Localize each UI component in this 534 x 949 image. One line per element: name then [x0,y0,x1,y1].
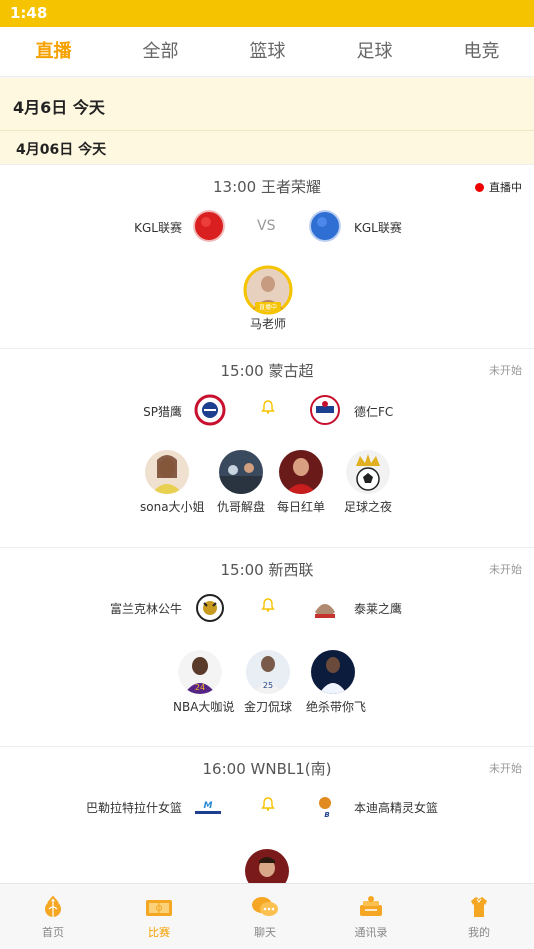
date-banner: 4月6日 今天 [0,78,534,130]
contacts-icon [360,896,382,916]
match-card[interactable]: 16:00 WNBL1(南) 未开始 巴勒拉特拉什女篮 M B 本迪高精灵女篮 [0,747,534,883]
anchor-avatar [311,650,355,694]
anchor-item[interactable]: 25 金刀侃球 [233,650,303,715]
svg-text:24: 24 [195,683,205,692]
bell-icon[interactable] [260,796,276,812]
match-status: 未开始 [489,563,522,576]
anchor-avatar: 24 [178,650,222,694]
anchor-name: 每日红单 [276,500,325,514]
live-dot-icon [475,183,484,192]
profile-icon [471,897,487,917]
home-team-name: 巴勒拉特拉什女篮 [85,801,182,815]
nav-contacts[interactable]: 通讯录 [318,884,424,949]
home-icon [45,895,61,917]
tab-basketball[interactable]: 篮球 [214,27,321,77]
status-time: 1:48 [10,4,48,22]
chat-icon [252,897,278,916]
match-card[interactable]: 13:00 王者荣耀 直播中 KGL联赛 VS KGL联赛 直播中 马老师 [0,165,534,349]
home-team-logo [193,210,225,242]
match-card[interactable]: 15:00 蒙古超 未开始 SP猎鹰 德仁FC sona大小姐 仇哥解盘 每日红… [0,349,534,548]
svg-text:M: M [204,801,213,811]
status-bar: 1:48 [0,0,534,27]
match-status: 未开始 [489,364,522,377]
anchor-avatar [219,450,263,494]
away-team-logo [315,604,335,618]
nav-profile[interactable]: 我的 [426,884,532,949]
anchor-item[interactable]: 每日红单 [266,450,336,515]
away-team-logo: B [319,797,331,819]
anchor-item[interactable]: sona大小姐 [140,450,210,515]
match-card[interactable]: 15:00 新西联 未开始 富兰克林公牛 泰莱之鹰 24 NBA大咖说 25 金… [0,548,534,747]
date-banner-label: 4月6日 今天 [13,98,105,117]
category-tabs: 直播 全部 篮球 足球 电竞 [0,27,534,77]
anchor-avatar: 直播中 [243,265,293,315]
match-status: 直播中 [475,179,522,195]
home-team-name: SP猎鹰 [143,405,182,419]
tab-live[interactable]: 直播 [0,27,107,77]
anchor-name: 金刀侃球 [243,700,292,714]
bell-icon[interactable] [260,597,276,613]
tab-all[interactable]: 全部 [107,27,214,77]
match-title: 15:00 新西联 [220,561,314,579]
anchor-name: 马老师 [249,317,286,331]
anchor-item[interactable]: 足球之夜 [333,450,403,515]
svg-text:B: B [324,811,329,819]
away-team-name: 德仁FC [354,405,394,419]
match-icon [146,900,172,916]
anchor-avatar[interactable] [245,849,289,883]
anchor-name: 足球之夜 [343,500,392,514]
nav-chat[interactable]: 聊天 [212,884,318,949]
svg-text:直播中: 直播中 [259,303,277,311]
date-subheader-label: 4月06日 今天 [16,142,107,158]
away-team-logo [310,395,340,425]
match-status: 未开始 [489,762,522,775]
anchor-name: sona大小姐 [140,500,205,514]
bell-icon[interactable] [260,399,276,415]
anchor-avatar: 25 [246,650,290,694]
bottom-nav: 首页 比赛 聊天 通讯录 我的 [0,883,534,949]
nav-match[interactable]: 比赛 [106,884,212,949]
tab-esports[interactable]: 电竞 [428,27,534,77]
away-team-name: KGL联赛 [354,221,402,235]
anchor-item[interactable]: 直播中 马老师 [233,265,303,332]
home-team-name: 富兰克林公牛 [109,602,182,616]
home-team-name: KGL联赛 [134,221,182,235]
anchor-avatar [279,450,323,494]
anchor-avatar [145,450,189,494]
vs-label: VS [257,218,276,234]
away-team-name: 泰莱之鹰 [354,602,403,616]
date-subheader: 4月06日 今天 [0,130,534,165]
away-team-name: 本迪高精灵女篮 [354,801,439,815]
svg-text:25: 25 [263,681,273,690]
match-title: 15:00 蒙古超 [220,362,314,380]
match-title: 16:00 WNBL1(南) [202,760,332,778]
home-team-logo [194,394,226,426]
match-title: 13:00 王者荣耀 [213,178,321,196]
anchor-item[interactable]: 绝杀带你飞 [306,650,376,715]
away-team-logo [309,210,341,242]
anchor-name: 绝杀带你飞 [306,700,367,714]
anchor-avatar [346,450,390,494]
home-team-logo [196,594,224,622]
home-team-logo: M [195,801,221,814]
nav-home[interactable]: 首页 [0,884,106,949]
tab-football[interactable]: 足球 [321,27,428,77]
